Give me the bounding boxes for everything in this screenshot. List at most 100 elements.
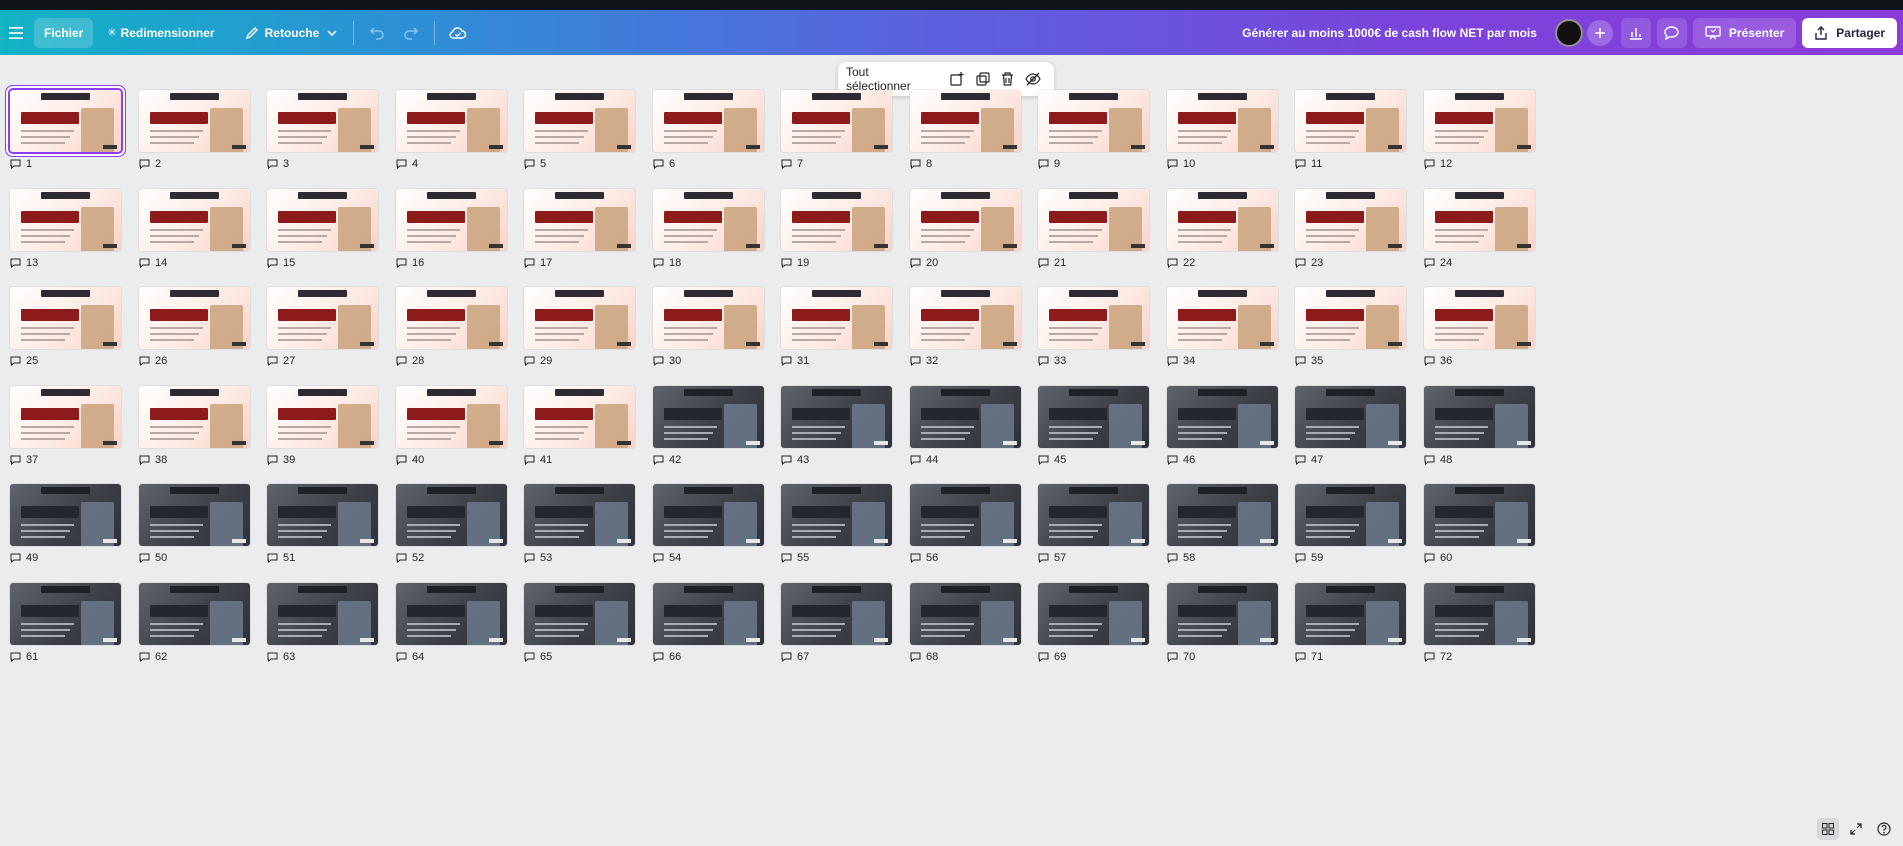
page-thumbnail[interactable] [139, 287, 250, 349]
page-label[interactable]: 72 [1424, 651, 1452, 663]
page-thumbnail[interactable] [1424, 386, 1535, 448]
invite-button[interactable] [1586, 19, 1613, 46]
page-label[interactable]: 10 [1167, 158, 1195, 170]
page-thumbnail[interactable] [1038, 189, 1149, 251]
page-label[interactable]: 33 [1038, 355, 1066, 367]
page-label[interactable]: 52 [396, 552, 424, 564]
page-thumbnail[interactable] [267, 583, 378, 645]
page-thumbnail[interactable] [1295, 189, 1406, 251]
page-thumbnail[interactable] [1295, 287, 1406, 349]
page-label[interactable]: 31 [781, 355, 809, 367]
page-thumbnail[interactable] [1038, 287, 1149, 349]
page-thumbnail[interactable] [139, 90, 250, 152]
page-thumbnail[interactable] [524, 484, 635, 546]
page-thumbnail[interactable] [524, 90, 635, 152]
page-thumbnail[interactable] [781, 189, 892, 251]
page-thumbnail[interactable] [1424, 189, 1535, 251]
page-label[interactable]: 13 [10, 257, 38, 269]
page-thumbnail[interactable] [10, 90, 121, 152]
page-label[interactable]: 58 [1167, 552, 1195, 564]
page-thumbnail[interactable] [10, 484, 121, 546]
page-label[interactable]: 25 [10, 355, 38, 367]
page-label[interactable]: 62 [139, 651, 167, 663]
page-thumbnail[interactable] [1167, 189, 1278, 251]
page-label[interactable]: 22 [1167, 257, 1195, 269]
page-label[interactable]: 36 [1424, 355, 1452, 367]
undo-button[interactable] [360, 18, 394, 48]
resize-button[interactable]: ✳ Redimensionner [97, 18, 224, 48]
page-label[interactable]: 12 [1424, 158, 1452, 170]
page-thumbnail[interactable] [781, 287, 892, 349]
page-label[interactable]: 63 [267, 651, 295, 663]
page-thumbnail[interactable] [1424, 583, 1535, 645]
page-thumbnail[interactable] [1167, 484, 1278, 546]
delete-page-button[interactable] [995, 66, 1020, 92]
page-label[interactable]: 29 [524, 355, 552, 367]
page-label[interactable]: 30 [653, 355, 681, 367]
page-thumbnail[interactable] [910, 287, 1021, 349]
page-thumbnail[interactable] [1295, 484, 1406, 546]
page-label[interactable]: 9 [1038, 158, 1060, 170]
main-menu-button[interactable] [0, 18, 32, 48]
page-label[interactable]: 14 [139, 257, 167, 269]
page-thumbnail[interactable] [267, 484, 378, 546]
page-label[interactable]: 26 [139, 355, 167, 367]
page-label[interactable]: 54 [653, 552, 681, 564]
page-thumbnail[interactable] [139, 386, 250, 448]
fullscreen-button[interactable] [1845, 818, 1867, 840]
help-button[interactable] [1873, 818, 1895, 840]
page-thumbnail[interactable] [1167, 90, 1278, 152]
page-thumbnail[interactable] [267, 287, 378, 349]
page-label[interactable]: 28 [396, 355, 424, 367]
page-label[interactable]: 6 [653, 158, 675, 170]
page-label[interactable]: 70 [1167, 651, 1195, 663]
page-thumbnail[interactable] [653, 189, 764, 251]
page-thumbnail[interactable] [653, 484, 764, 546]
page-thumbnail[interactable] [139, 484, 250, 546]
page-thumbnail[interactable] [781, 484, 892, 546]
share-button[interactable]: Partager [1802, 17, 1897, 48]
page-label[interactable]: 27 [267, 355, 295, 367]
page-thumbnail[interactable] [524, 189, 635, 251]
page-label[interactable]: 42 [653, 454, 681, 466]
page-label[interactable]: 34 [1167, 355, 1195, 367]
page-thumbnail[interactable] [267, 189, 378, 251]
page-thumbnail[interactable] [1038, 583, 1149, 645]
page-label[interactable]: 67 [781, 651, 809, 663]
page-thumbnail[interactable] [1295, 386, 1406, 448]
page-label[interactable]: 44 [910, 454, 938, 466]
page-label[interactable]: 7 [781, 158, 803, 170]
page-label[interactable]: 47 [1295, 454, 1323, 466]
page-thumbnail[interactable] [524, 583, 635, 645]
page-label[interactable]: 39 [267, 454, 295, 466]
page-label[interactable]: 68 [910, 651, 938, 663]
page-thumbnail[interactable] [139, 189, 250, 251]
page-thumbnail[interactable] [10, 189, 121, 251]
page-label[interactable]: 32 [910, 355, 938, 367]
page-thumbnail[interactable] [910, 583, 1021, 645]
page-label[interactable]: 37 [10, 454, 38, 466]
page-label[interactable]: 19 [781, 257, 809, 269]
page-thumbnail[interactable] [1295, 90, 1406, 152]
page-thumbnail[interactable] [910, 484, 1021, 546]
file-menu-button[interactable]: Fichier [34, 17, 94, 48]
page-label[interactable]: 61 [10, 651, 38, 663]
page-label[interactable]: 59 [1295, 552, 1323, 564]
page-label[interactable]: 66 [653, 651, 681, 663]
add-page-button[interactable] [945, 66, 970, 92]
page-label[interactable]: 41 [524, 454, 552, 466]
document-title[interactable]: Générer au moins 1000€ de cash flow NET … [1242, 26, 1537, 40]
page-thumbnail[interactable] [910, 90, 1021, 152]
page-label[interactable]: 21 [1038, 257, 1066, 269]
page-label[interactable]: 18 [653, 257, 681, 269]
page-label[interactable]: 4 [396, 158, 418, 170]
page-thumbnail[interactable] [653, 386, 764, 448]
page-label[interactable]: 35 [1295, 355, 1323, 367]
page-thumbnail[interactable] [1167, 386, 1278, 448]
page-label[interactable]: 56 [910, 552, 938, 564]
page-label[interactable]: 57 [1038, 552, 1066, 564]
page-thumbnail[interactable] [1424, 90, 1535, 152]
page-thumbnail[interactable] [1424, 484, 1535, 546]
page-thumbnail[interactable] [267, 386, 378, 448]
page-thumbnail[interactable] [396, 287, 507, 349]
